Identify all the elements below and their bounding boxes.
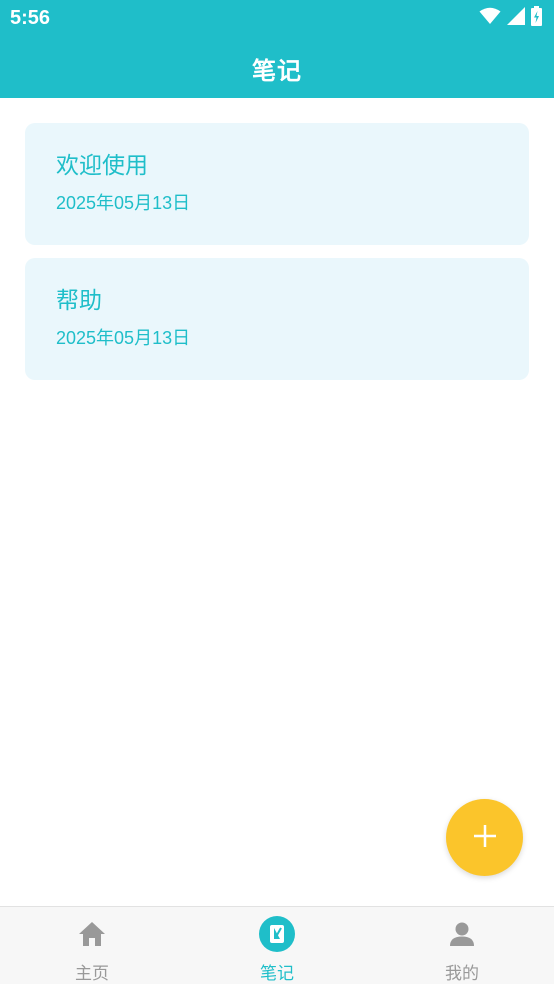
nav-label-home: 主页 bbox=[75, 964, 109, 984]
battery-charging-icon bbox=[531, 6, 542, 30]
note-card[interactable]: 帮助 2025年05月13日 bbox=[25, 258, 529, 380]
signal-icon bbox=[507, 7, 525, 29]
note-icon bbox=[258, 915, 296, 953]
nav-item-home[interactable]: 主页 bbox=[0, 907, 184, 984]
notes-list: 欢迎使用 2025年05月13日 帮助 2025年05月13日 bbox=[25, 123, 529, 393]
note-title: 欢迎使用 bbox=[56, 153, 148, 179]
wifi-icon bbox=[479, 7, 501, 29]
nav-item-profile[interactable]: 我的 bbox=[370, 907, 554, 984]
status-bar: 5:56 bbox=[0, 0, 554, 38]
note-date: 2025年05月13日 bbox=[56, 328, 191, 348]
home-icon bbox=[78, 915, 106, 953]
status-icons bbox=[479, 6, 542, 30]
add-note-button[interactable] bbox=[446, 799, 523, 876]
nav-label-profile: 我的 bbox=[445, 964, 479, 984]
title-bar: 笔记 bbox=[0, 38, 554, 98]
person-icon bbox=[449, 915, 475, 953]
notes-screen: 5:56 笔记 欢迎使用 2025年05月13日 帮助 2025年05月13日 … bbox=[0, 0, 554, 984]
status-time: 5:56 bbox=[10, 7, 51, 29]
note-date: 2025年05月13日 bbox=[56, 193, 191, 213]
plus-icon bbox=[473, 824, 497, 852]
page-title: 笔记 bbox=[252, 56, 302, 85]
nav-item-notes[interactable]: 笔记 bbox=[185, 907, 369, 984]
note-title: 帮助 bbox=[56, 288, 102, 314]
nav-label-notes: 笔记 bbox=[260, 964, 294, 984]
bottom-nav: 主页 笔记 我的 bbox=[0, 906, 554, 984]
note-card[interactable]: 欢迎使用 2025年05月13日 bbox=[25, 123, 529, 245]
